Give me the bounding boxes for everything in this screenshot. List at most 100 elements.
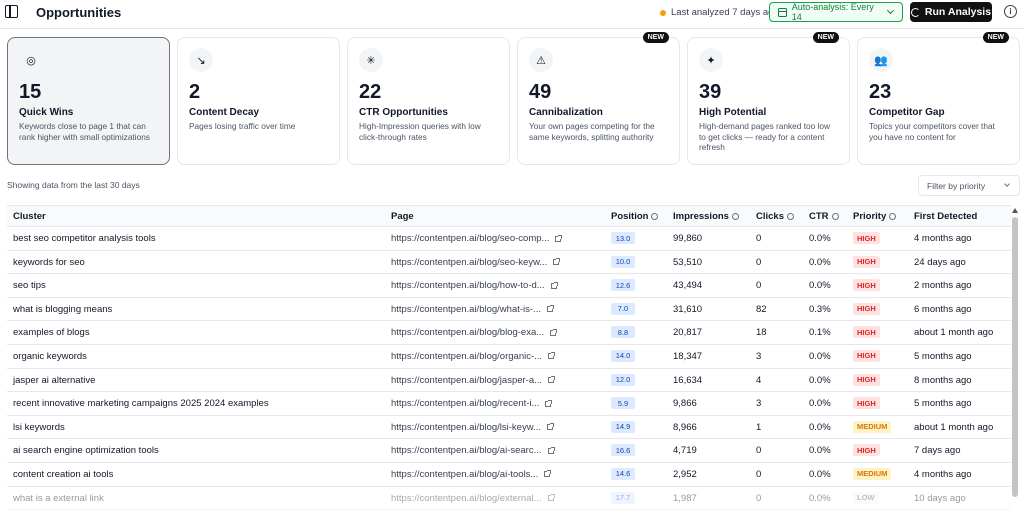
priority-badge: HIGH (853, 373, 880, 386)
cluster-cell: seo tips (13, 280, 46, 292)
calendar-icon (778, 7, 787, 17)
external-link-icon[interactable] (546, 423, 554, 431)
impressions-cell: 2,952 (673, 468, 697, 480)
info-icon[interactable] (889, 213, 897, 220)
info-icon[interactable] (651, 213, 659, 220)
position-badge: 14.9 (611, 420, 635, 433)
external-link-icon[interactable] (548, 352, 556, 360)
run-analysis-label: Run Analysis (924, 6, 992, 18)
impressions-cell: 53,510 (673, 256, 703, 268)
external-link-icon[interactable] (550, 328, 558, 336)
table-scrollbar[interactable] (1012, 208, 1018, 513)
external-link-icon[interactable] (553, 258, 561, 266)
opportunity-card[interactable]: ◎ 15 Quick Wins Keywords close to page 1 th… (7, 37, 170, 165)
page-cell[interactable]: https://contentpen.ai/blog/ai-tools... (391, 469, 552, 480)
clicks-cell: 0 (756, 445, 762, 457)
position-badge: 16.6 (611, 444, 635, 457)
opportunity-card[interactable]: NEW ✦ 39 High Potential High-demand pages ra… (687, 32, 850, 165)
column-header[interactable]: Page (391, 211, 414, 222)
card-count: 2 (189, 81, 201, 103)
first-detected-cell: about 1 month ago (914, 421, 994, 433)
priority-badge: HIGH (853, 255, 880, 268)
auto-analysis-dropdown[interactable]: Auto-analysis: Every 14 (769, 2, 903, 22)
page-cell[interactable]: https://contentpen.ai/blog/what-is-... (391, 304, 554, 315)
column-header[interactable]: Clicks (756, 211, 794, 222)
table-row[interactable]: recent innovative marketing campaigns 20… (7, 392, 1011, 416)
external-link-icon[interactable] (544, 470, 552, 478)
page-cell[interactable]: https://contentpen.ai/blog/recent-i... (391, 398, 553, 409)
column-header[interactable]: Priority (853, 211, 897, 222)
column-header[interactable]: First Detected (914, 211, 977, 222)
sidebar-toggle-icon[interactable] (5, 5, 18, 18)
analysis-status: Last analyzed 7 days ago (660, 7, 779, 18)
external-link-icon[interactable] (547, 446, 555, 454)
external-link-icon[interactable] (547, 494, 555, 502)
page-cell[interactable]: https://contentpen.ai/blog/external... (391, 493, 555, 504)
cluster-cell: jasper ai alternative (13, 374, 96, 386)
external-link-icon[interactable] (545, 399, 553, 407)
column-header[interactable]: Cluster (13, 211, 46, 222)
table-row[interactable]: jasper ai alternative https://contentpen.… (7, 369, 1011, 393)
page-url: https://contentpen.ai/blog/jasper-a... (391, 374, 543, 386)
info-icon[interactable]: i (1004, 5, 1017, 18)
run-analysis-button[interactable]: Run Analysis (910, 2, 992, 22)
info-icon[interactable] (731, 213, 739, 220)
impressions-cell: 9,866 (673, 398, 697, 410)
opportunity-card[interactable]: NEW ⚠ 49 Cannibalization Your own pages comp… (517, 32, 680, 165)
table-row[interactable]: what is blogging means https://contentpen… (7, 298, 1011, 322)
column-header-label: CTR (809, 211, 829, 222)
column-header[interactable]: CTR (809, 211, 839, 222)
cluster-cell: best seo competitor analysis tools (13, 233, 156, 244)
priority-badge: HIGH (853, 397, 880, 410)
page-cell[interactable]: https://contentpen.ai/blog/jasper-a... (391, 374, 556, 386)
table-row[interactable]: seo tips https://contentpen.ai/blog/how-t… (7, 274, 1011, 298)
position-badge: 8.8 (611, 326, 635, 339)
opportunity-card[interactable]: ✳ 22 CTR Opportunities High-Impression quer… (347, 37, 510, 165)
position-badge: 12.6 (611, 279, 635, 292)
clicks-cell: 0 (756, 468, 762, 480)
priority-filter-placeholder: Filter by priority (927, 180, 986, 191)
clicks-cell: 0 (756, 233, 762, 244)
table-row[interactable]: best seo competitor analysis tools https:… (7, 227, 1011, 251)
page-cell[interactable]: https://contentpen.ai/blog/organic-... (391, 351, 556, 362)
info-icon[interactable] (787, 213, 794, 220)
opportunity-card[interactable]: NEW 👥 23 Competitor Gap Topics your competit… (857, 32, 1020, 165)
ctr-cell: 0.0% (809, 468, 831, 480)
impressions-cell: 18,347 (673, 350, 703, 362)
table-row[interactable]: keywords for seo https://contentpen.ai/bl… (7, 251, 1011, 275)
table-row[interactable]: organic keywords https://contentpen.ai/bl… (7, 345, 1011, 369)
page-cell[interactable]: https://contentpen.ai/blog/seo-keyw... (391, 257, 561, 268)
column-header[interactable]: Impressions (673, 211, 739, 222)
page-cell[interactable]: https://contentpen.ai/blog/blog-exa... (391, 327, 558, 338)
page-cell[interactable]: https://contentpen.ai/blog/seo-comp... (391, 233, 563, 244)
clicks-cell: 4 (756, 374, 762, 386)
external-link-icon[interactable] (548, 376, 556, 384)
table-row[interactable]: ai search engine optimization tools https… (7, 439, 1011, 463)
scroll-thumb[interactable] (1012, 217, 1018, 497)
column-header-label: Clicks (756, 211, 784, 222)
table-row[interactable]: content creation ai tools https://content… (7, 463, 1011, 487)
page-cell[interactable]: https://contentpen.ai/blog/ai-searc... (391, 445, 555, 457)
table-header: Cluster Page Position Impressions Clicks CTR P… (7, 205, 1011, 227)
external-link-icon[interactable] (546, 305, 554, 313)
external-link-icon[interactable] (555, 234, 563, 242)
info-icon[interactable] (831, 213, 839, 220)
impressions-cell: 31,610 (673, 303, 703, 315)
table-row[interactable]: what is a external link https://contentpe… (7, 487, 1011, 511)
table-row[interactable]: lsi keywords https://contentpen.ai/blog/l… (7, 416, 1011, 440)
card-description: Topics your competitors cover that you h… (869, 121, 995, 142)
cluster-cell: what is a external link (13, 492, 104, 504)
priority-filter-select[interactable]: Filter by priority (918, 175, 1020, 196)
external-link-icon[interactable] (550, 281, 558, 289)
ctr-cell: 0.0% (809, 280, 831, 292)
page-url: https://contentpen.ai/blog/ai-searc... (391, 445, 542, 457)
table-row[interactable]: examples of blogs https://contentpen.ai/b… (7, 321, 1011, 345)
first-detected-cell: 7 days ago (914, 445, 961, 457)
page-cell[interactable]: https://contentpen.ai/blog/lsi-keyw... (391, 422, 554, 433)
scroll-up-icon[interactable] (1012, 208, 1018, 213)
clicks-cell: 82 (756, 303, 767, 315)
opportunity-card[interactable]: ↘ 2 Content Decay Pages losing traffic over… (177, 37, 340, 165)
target-icon: ◎ (26, 54, 36, 67)
page-cell[interactable]: https://contentpen.ai/blog/how-to-d... (391, 280, 558, 291)
column-header[interactable]: Position (611, 211, 659, 222)
